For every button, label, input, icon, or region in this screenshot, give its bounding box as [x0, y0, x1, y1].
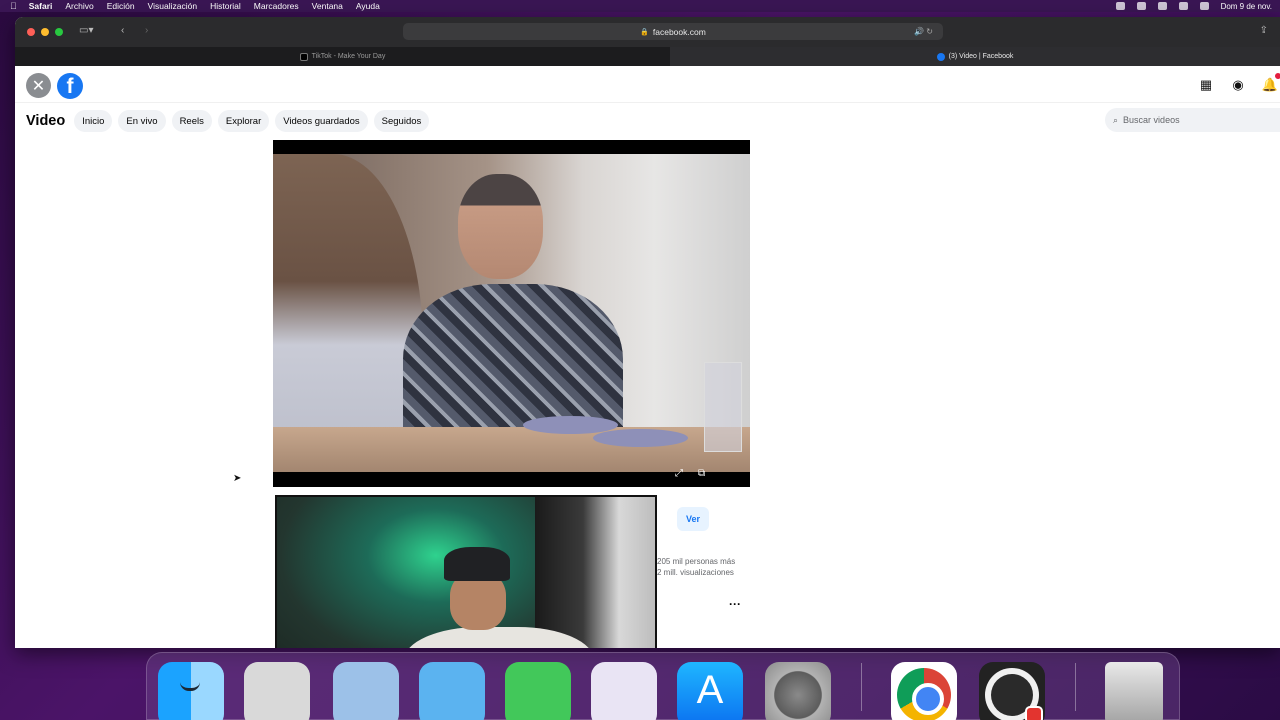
- status-icon[interactable]: [1115, 2, 1125, 10]
- close-window-button[interactable]: [27, 28, 35, 36]
- tab-seguidos[interactable]: Seguidos: [373, 110, 430, 132]
- tab-inicio[interactable]: Inicio: [74, 110, 113, 132]
- wifi-icon[interactable]: [1136, 2, 1146, 10]
- menu-clock[interactable]: Dom 9 de nov.: [1221, 2, 1272, 11]
- stats-followers: 205 mil personas más: [657, 557, 736, 566]
- trash-icon[interactable]: [1105, 662, 1163, 720]
- dock-app-icon[interactable]: [591, 662, 657, 720]
- obs-icon[interactable]: [979, 662, 1045, 720]
- menu-ayuda[interactable]: Ayuda: [356, 1, 380, 11]
- dock-separator: [1075, 663, 1076, 711]
- tab-tiktok[interactable]: TikTok - Make Your Day: [15, 47, 670, 66]
- video-stats: 205 mil personas más 2 mill. visualizaci…: [657, 556, 735, 578]
- menu-historial[interactable]: Historial: [210, 1, 241, 11]
- back-arrow-icon[interactable]: ‹: [121, 25, 124, 36]
- share-icon[interactable]: ⇪: [1260, 25, 1268, 36]
- dock-app-icon[interactable]: [419, 662, 485, 720]
- finder-icon[interactable]: [158, 662, 224, 720]
- video-person-left: [273, 154, 423, 472]
- dock-separator: [861, 663, 862, 711]
- launchpad-icon[interactable]: [244, 662, 310, 720]
- tab-label: (3) Video | Facebook: [948, 53, 1014, 60]
- header-actions: ▦ ◉ 🔔: [1196, 73, 1280, 95]
- tiktok-favicon-icon: [299, 52, 308, 61]
- address-url: facebook.com: [652, 26, 706, 37]
- tab-explorar[interactable]: Explorar: [217, 110, 270, 132]
- window-controls: [27, 28, 63, 36]
- macos-menu-bar:  Safari Archivo Edición Visualización H…: [0, 0, 1280, 12]
- picture-in-picture-icon[interactable]: ⧉: [698, 468, 705, 479]
- webcam-person: [404, 547, 594, 648]
- minimize-window-button[interactable]: [41, 28, 49, 36]
- facebook-header: ✕ f ▦ ◉ 🔔: [15, 66, 1280, 103]
- app-store-icon[interactable]: A: [677, 662, 743, 720]
- page-title: Video: [26, 113, 66, 129]
- sidebar-toggle-icon[interactable]: ▭▾: [79, 25, 93, 36]
- video-plate: [593, 429, 688, 447]
- zoom-window-button[interactable]: [55, 28, 63, 36]
- apple-menu-icon[interactable]: : [10, 1, 17, 11]
- reload-icon[interactable]: 🔊 ↻: [914, 27, 933, 36]
- menu-visualizacion[interactable]: Visualización: [148, 1, 197, 11]
- tab-en-vivo[interactable]: En vivo: [118, 110, 166, 132]
- menu-archivo[interactable]: Archivo: [65, 1, 93, 11]
- video-glass: [704, 362, 742, 452]
- ver-button[interactable]: Ver: [677, 507, 709, 531]
- forward-arrow-icon[interactable]: ›: [145, 25, 148, 36]
- mouse-cursor-icon: ➤: [233, 473, 242, 484]
- messenger-icon[interactable]: ◉: [1228, 75, 1248, 95]
- safari-window: ▭▾ ‹ › 🔒 facebook.com 🔊 ↻ ⇪ TikTok - Mak…: [15, 17, 1280, 648]
- tab-label: TikTok - Make Your Day: [311, 53, 386, 60]
- facebook-favicon-icon: [936, 52, 945, 61]
- tab-bar: TikTok - Make Your Day (3) Video | Faceb…: [15, 47, 1280, 66]
- video-frame: [273, 154, 750, 472]
- menu-marcadores[interactable]: Marcadores: [254, 1, 299, 11]
- tab-reels[interactable]: Reels: [171, 110, 212, 132]
- lock-icon: 🔒: [640, 28, 649, 36]
- stats-views: 2 mill. visualizaciones: [657, 568, 734, 577]
- facebook-logo[interactable]: f: [57, 73, 83, 99]
- webcam-overlay: [275, 495, 657, 648]
- spotlight-search-icon[interactable]: [1178, 2, 1188, 10]
- search-videos-input[interactable]: ⌕ Buscar videos: [1105, 108, 1280, 132]
- keyboard-icon[interactable]: [1157, 2, 1167, 10]
- video-nav-bar: Video Inicio En vivo Reels Explorar Vide…: [15, 103, 1280, 139]
- facebook-page: ✕ f ▦ ◉ 🔔 Video Inicio En vivo Reels Exp…: [15, 66, 1280, 648]
- macos-dock: A: [146, 652, 1180, 720]
- close-icon[interactable]: ✕: [26, 73, 51, 98]
- chrome-icon[interactable]: [891, 662, 957, 720]
- menu-edicion[interactable]: Edición: [107, 1, 135, 11]
- browser-toolbar: ▭▾ ‹ › 🔒 facebook.com 🔊 ↻ ⇪: [15, 17, 1280, 47]
- system-preferences-icon[interactable]: [765, 662, 831, 720]
- fullscreen-icon[interactable]: ⤢: [675, 468, 683, 479]
- notifications-bell-icon[interactable]: 🔔: [1260, 73, 1280, 95]
- search-placeholder: Buscar videos: [1123, 115, 1180, 125]
- control-center-icon[interactable]: [1199, 2, 1209, 10]
- menu-ventana[interactable]: Ventana: [312, 1, 343, 11]
- dock-app-icon[interactable]: [505, 662, 571, 720]
- tab-facebook-video[interactable]: (3) Video | Facebook: [670, 47, 1280, 66]
- address-bar[interactable]: 🔒 facebook.com 🔊 ↻: [403, 23, 943, 40]
- tab-videos-guardados[interactable]: Videos guardados: [275, 110, 368, 132]
- dock-app-icon[interactable]: [333, 662, 399, 720]
- search-icon: ⌕: [1113, 114, 1119, 125]
- menu-grid-icon[interactable]: ▦: [1196, 75, 1216, 95]
- video-player[interactable]: ⤢ ⧉: [273, 140, 750, 487]
- more-options-icon[interactable]: ···: [729, 597, 741, 611]
- menu-app-name[interactable]: Safari: [29, 1, 53, 11]
